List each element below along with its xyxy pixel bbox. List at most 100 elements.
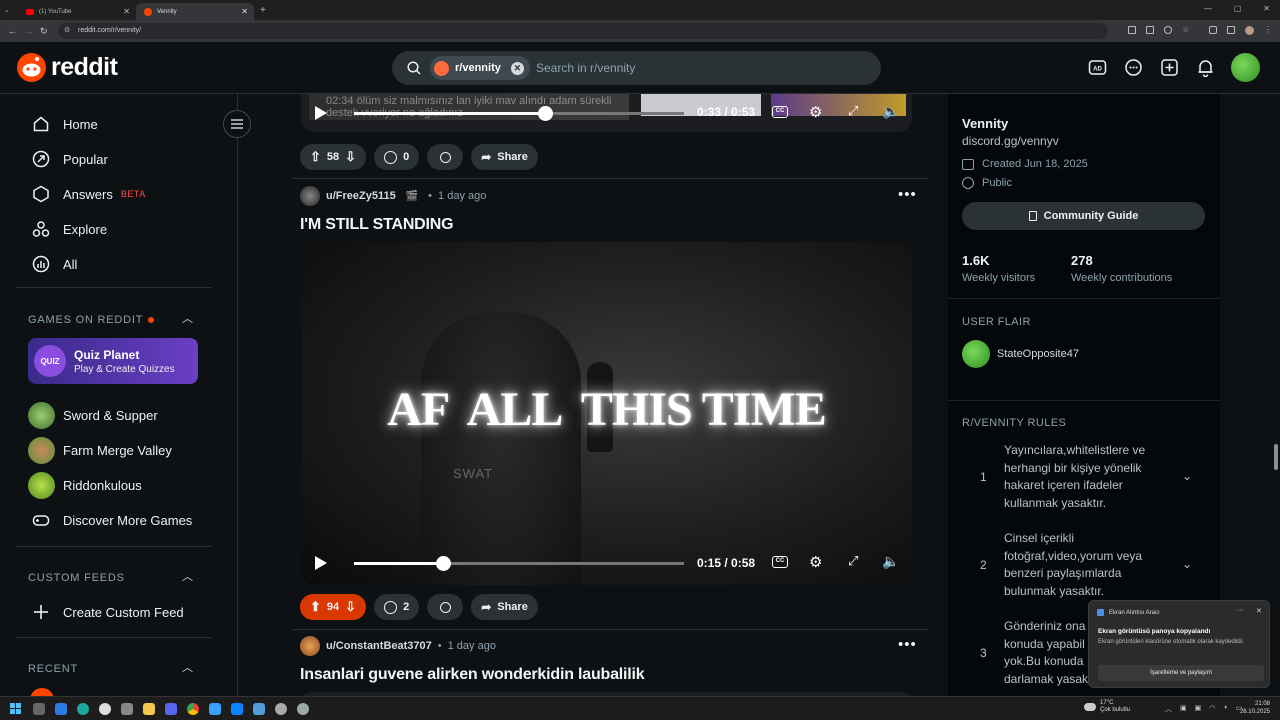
toast-action-button[interactable]: İşaretleme ve paylaşım [1098, 665, 1264, 681]
games-section-heading[interactable]: GAMES ON REDDIT [28, 314, 155, 326]
community-guide-button[interactable]: Community Guide [962, 202, 1205, 230]
user-flair-row[interactable]: StateOpposite47 [962, 340, 1079, 368]
nav-answers[interactable]: Answers BETA [32, 185, 146, 203]
video-progress-track[interactable] [354, 556, 684, 571]
extensions-icon[interactable] [1209, 26, 1218, 34]
search-bar[interactable]: r/vennity ✕ Search in r/vennity [392, 51, 881, 85]
tab-vennity[interactable]: Vennity ✕ [136, 3, 254, 20]
new-tab-button[interactable]: + [260, 5, 266, 16]
recent-community-avatar[interactable] [30, 688, 54, 696]
quiz-planet-card[interactable]: QUIZ Quiz Planet Play & Create Quizzes [28, 338, 198, 384]
close-tab-icon[interactable]: ✕ [123, 7, 130, 16]
menu-icon[interactable]: ⋮ [1264, 26, 1272, 35]
game-riddonkulous[interactable]: Riddonkulous [28, 472, 142, 499]
close-tab-icon[interactable]: ✕ [241, 7, 248, 16]
reddit-logo[interactable]: reddit [17, 53, 118, 82]
tray-app-icon[interactable]: ▣ [1195, 704, 1202, 714]
edge-taskbar-icon[interactable] [77, 702, 89, 715]
fullscreen-icon[interactable]: ⤢ [848, 553, 858, 569]
volume-icon[interactable]: 🔈 [882, 103, 899, 120]
chat-icon[interactable] [1124, 58, 1143, 77]
minimize-icon[interactable]: — [1204, 4, 1212, 13]
file-explorer-taskbar-icon[interactable] [143, 702, 155, 715]
volume-tray-icon[interactable]: ◖ [1223, 704, 1227, 714]
nav-explore[interactable]: Explore [32, 220, 107, 238]
close-window-icon[interactable]: ✕ [1263, 4, 1270, 13]
post-overflow-menu-icon[interactable]: ••• [898, 636, 917, 653]
comments-button[interactable]: 0 [374, 144, 420, 170]
post-title[interactable]: I'M STILL STANDING [300, 216, 454, 234]
translate-icon[interactable] [1146, 26, 1154, 34]
address-bar[interactable]: ⚙ reddit.com/r/vennity/ [58, 23, 1108, 39]
post-author[interactable]: u/FreeZy5115 [326, 190, 396, 202]
share-button[interactable]: ➦ Share [471, 144, 538, 170]
post-title[interactable]: Insanlari guvene alirken wonderkidin lau… [300, 666, 645, 684]
nav-all[interactable]: All [32, 255, 77, 273]
site-info-icon[interactable]: ⚙ [64, 23, 70, 39]
clock[interactable]: 21:08 26.10.2025 [1236, 700, 1270, 716]
tray-app-icon[interactable]: ▣ [1180, 704, 1187, 714]
post-video[interactable]: AF ALL THIS TIME SWAT [301, 242, 912, 585]
share-button[interactable]: ➦ Share [471, 594, 538, 620]
volume-icon[interactable]: 🔈 [882, 553, 899, 570]
app-taskbar-icon[interactable] [275, 702, 287, 715]
expand-rule-chevron-icon[interactable]: ⌄ [1182, 556, 1192, 574]
game-sword-and-supper[interactable]: Sword & Supper [28, 402, 158, 429]
play-icon[interactable] [314, 105, 328, 121]
zoom-icon[interactable] [1164, 26, 1172, 34]
custom-feeds-heading[interactable]: CUSTOM FEEDS [28, 572, 125, 584]
notifications-bell-icon[interactable] [1196, 58, 1215, 77]
collapse-recent-chevron-icon[interactable]: ︿ [182, 659, 193, 675]
scrollbar-thumb[interactable] [1274, 444, 1278, 470]
community-link[interactable]: discord.gg/vennyv [962, 134, 1059, 148]
sidebar-icon[interactable] [1227, 26, 1236, 34]
game-farm-merge-valley[interactable]: Farm Merge Valley [28, 437, 172, 464]
app-taskbar-icon[interactable] [55, 702, 67, 715]
video-scrubber-handle[interactable] [436, 556, 452, 571]
settings-gear-icon[interactable]: ⚙ [809, 553, 822, 571]
reload-icon[interactable]: ↻ [40, 26, 48, 37]
nav-home[interactable]: Home [32, 115, 98, 133]
post-overflow-menu-icon[interactable]: ••• [898, 186, 917, 203]
back-icon[interactable]: ← [8, 26, 17, 36]
app-taskbar-icon[interactable] [253, 702, 265, 715]
discover-more-games[interactable]: Discover More Games [32, 511, 192, 529]
rule-item[interactable]: 2 Cinsel içerikli fotoğraf,video,yorum v… [966, 530, 1206, 602]
expand-rule-chevron-icon[interactable]: ⌄ [1182, 468, 1192, 486]
settings-gear-icon[interactable]: ⚙ [809, 103, 822, 121]
award-button[interactable] [427, 144, 464, 170]
snipping-tool-notification[interactable]: Ekran Alıntısı Aracı ··· ✕ Ekran görüntü… [1088, 600, 1270, 688]
clear-chip-icon[interactable]: ✕ [510, 61, 524, 75]
maximize-icon[interactable]: ▢ [1234, 4, 1242, 13]
page-scrollbar[interactable] [1272, 94, 1280, 696]
profile-avatar[interactable] [1245, 26, 1255, 35]
upvote-icon[interactable]: ⬆ [310, 599, 321, 615]
tab-list-button[interactable]: ⌄ [4, 6, 18, 14]
video-scrubber-handle[interactable] [538, 106, 554, 121]
comments-button[interactable]: 2 [374, 594, 420, 620]
collapse-custom-feeds-chevron-icon[interactable]: ︿ [182, 568, 193, 584]
user-avatar[interactable] [1231, 53, 1260, 82]
advertise-icon[interactable]: AD [1088, 58, 1107, 77]
upvote-icon[interactable]: ⇧ [310, 149, 321, 165]
cast-icon[interactable] [1128, 26, 1136, 34]
app-taskbar-icon[interactable] [99, 702, 111, 715]
create-custom-feed[interactable]: Create Custom Feed [32, 603, 184, 621]
author-avatar[interactable] [300, 636, 320, 656]
app-taskbar-icon[interactable] [231, 702, 243, 715]
search-taskbar-icon[interactable] [33, 702, 45, 715]
recent-heading[interactable]: RECENT [28, 663, 78, 675]
app-taskbar-icon[interactable] [121, 702, 133, 715]
app-taskbar-icon[interactable] [165, 702, 177, 715]
award-button[interactable] [427, 594, 464, 620]
settings-taskbar-icon[interactable] [297, 702, 309, 715]
rule-item[interactable]: 1 Yayıncılara,whitelistlere ve herhangi … [966, 442, 1206, 514]
forward-icon[interactable]: → [24, 26, 33, 36]
windows-start-icon[interactable] [10, 703, 21, 714]
toast-more-icon[interactable]: ··· [1237, 607, 1244, 614]
post-author[interactable]: u/ConstantBeat3707 [326, 640, 432, 652]
collapse-games-chevron-icon[interactable]: ︿ [182, 310, 193, 326]
captions-icon[interactable]: CC [772, 556, 788, 568]
tray-chevron-icon[interactable]: ︿ [1165, 704, 1172, 714]
create-post-icon[interactable] [1160, 58, 1179, 77]
